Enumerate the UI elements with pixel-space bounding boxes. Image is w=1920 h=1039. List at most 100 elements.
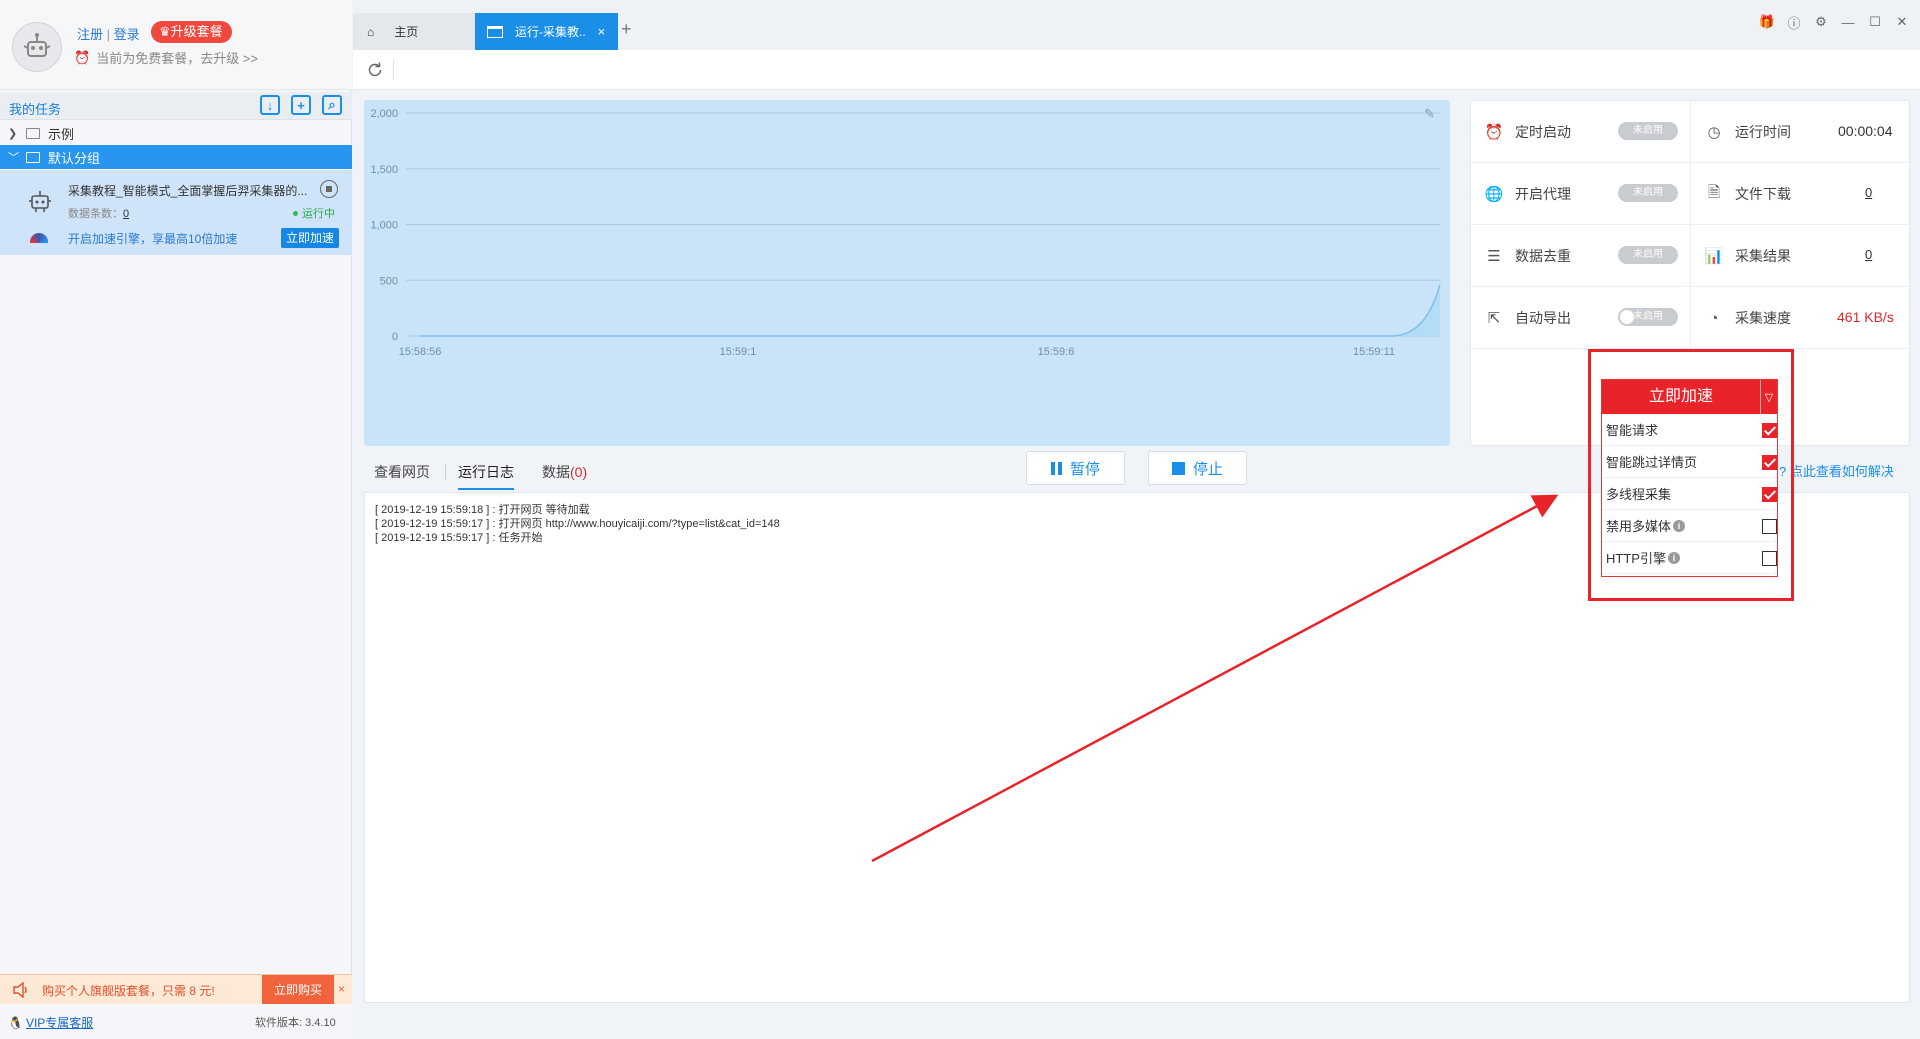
x-tick-label: 15:59:1 — [720, 346, 757, 358]
refresh-icon[interactable] — [366, 61, 384, 79]
close-tab-icon[interactable]: × — [598, 24, 606, 39]
toolbar-divider — [393, 60, 394, 80]
x-tick-label: 15:59:6 — [1038, 346, 1075, 358]
task-card[interactable]: 采集教程_智能模式_全面掌握后羿采集器的... 数据条数：0 运行中 开启加速引… — [0, 170, 352, 255]
data-count: 数据条数：0 — [68, 205, 129, 221]
options-row: ⇱ 自动导出 未启用 ◔ 采集速度 461 KB/s — [1471, 287, 1911, 349]
new-task-icon[interactable]: + — [291, 95, 311, 115]
search-task-icon[interactable]: ⌕ — [322, 95, 342, 115]
add-tab-icon[interactable]: + — [621, 19, 632, 40]
dedupe-label: 数据去重 — [1515, 248, 1571, 264]
multithread-checkbox[interactable] — [1762, 487, 1777, 502]
options-row: 🌐 开启代理 未启用 🗎 文件下载 0 — [1471, 163, 1911, 225]
tab-bar: ⌂ 主页 运行-采集教.. × + 🎁 ⓘ ⚙ — ☐ ✕ — [353, 0, 1920, 50]
y-tick-label: 1,500 — [370, 164, 398, 176]
menu-item-skip-detail[interactable]: 智能跳过详情页 — [1602, 446, 1777, 478]
sidebar: 注册 | 登录 ♛升级套餐 ⏰ 当前为免费套餐，去升级 >> 我的任务 ↓ + … — [0, 0, 352, 1039]
tab-home[interactable]: ⌂ 主页 — [353, 13, 475, 50]
gift-icon[interactable]: 🎁 — [1759, 14, 1775, 30]
upgrade-label: 升级套餐 — [170, 24, 223, 39]
http-engine-checkbox[interactable] — [1762, 551, 1777, 566]
menu-item-disable-media[interactable]: 禁用多媒体 i — [1602, 510, 1777, 542]
tab-view-webpage[interactable]: 查看网页 — [374, 462, 446, 490]
tab-running-task[interactable]: 运行-采集教.. × — [475, 13, 618, 50]
info-icon[interactable]: i — [1673, 519, 1686, 532]
vip-support-link[interactable]: 🐧 VIP专属客服 — [8, 1014, 93, 1031]
close-window-icon[interactable]: ✕ — [1894, 14, 1910, 30]
tab-run-log[interactable]: 运行日志 — [458, 462, 514, 490]
tree-group-example[interactable]: ❯ 示例 — [0, 121, 352, 145]
proxy-toggle[interactable]: 未启用 — [1618, 184, 1678, 202]
stop-label: 停止 — [1192, 460, 1223, 478]
accelerate-menu: 立即加速 ▽ 智能请求 智能跳过详情页 多线程采集 禁用多媒体 i HTTP引擎 i — [1601, 379, 1778, 577]
auth-separator: | — [106, 27, 111, 42]
close-icon[interactable]: × — [338, 982, 345, 996]
log-lines: [ 2019-12-19 15:59:18 ] : 打开网页 等待加载 [ 20… — [375, 503, 780, 545]
tab-view-webpage-label: 查看网页 — [374, 464, 430, 480]
results-count[interactable]: 0 — [1865, 247, 1872, 262]
chevron-down-icon[interactable]: ▽ — [1760, 380, 1777, 414]
accel-promo-text: 开启加速引擎，享最高10倍加速 — [68, 232, 238, 246]
buy-now-button[interactable]: 立即购买 — [262, 975, 334, 1005]
skip-detail-checkbox[interactable] — [1762, 455, 1777, 470]
accelerate-menu-header[interactable]: 立即加速 ▽ — [1602, 380, 1777, 414]
speed-chart: 2,000 1,500 1,000 500 0 15:58:56 15:59:1 15:59:… — [364, 100, 1450, 446]
dedupe-toggle[interactable]: 未启用 — [1618, 246, 1678, 264]
tab-data[interactable]: 数据(0) — [542, 462, 587, 490]
robot-icon — [29, 191, 51, 212]
menu-item-label: 智能跳过详情页 — [1606, 455, 1698, 470]
upgrade-badge[interactable]: ♛升级套餐 — [151, 21, 232, 43]
vip-support-label: VIP专属客服 — [25, 1016, 94, 1030]
file-download-count[interactable]: 0 — [1865, 185, 1872, 200]
speed-label: 采集速度 — [1735, 310, 1791, 326]
auto-export-toggle[interactable]: 未启用 — [1618, 308, 1678, 326]
accelerate-menu-title: 立即加速 — [1648, 388, 1713, 405]
options-row: ☰ 数据去重 未启用 📊 采集结果 0 — [1471, 225, 1911, 287]
task-name[interactable]: 采集教程_智能模式_全面掌握后羿采集器的... — [68, 182, 313, 199]
toolbar — [353, 50, 1920, 90]
free-plan-notice[interactable]: ⏰ 当前为免费套餐，去升级 >> — [74, 48, 258, 67]
file-download-icon: 🗎 — [1707, 183, 1721, 201]
auth-links: 注册 | 登录 — [77, 24, 140, 43]
menu-item-smart-request[interactable]: 智能请求 — [1602, 414, 1777, 446]
import-task-icon[interactable]: ↓ — [260, 95, 280, 115]
folder-icon — [26, 151, 40, 163]
tab-divider — [445, 464, 446, 480]
disable-media-checkbox[interactable] — [1762, 519, 1777, 534]
gear-icon[interactable]: ⚙ — [1813, 14, 1829, 30]
login-link[interactable]: 登录 — [114, 27, 140, 42]
speed-option: ◔ 采集速度 — [1705, 287, 1791, 349]
schedule-label: 定时启动 — [1515, 124, 1571, 140]
speed-chart-svg: 2,000 1,500 1,000 500 015:58:56 15:59:1 15:59:… — [370, 108, 1441, 358]
pause-label: 暂停 — [1069, 460, 1100, 478]
data-count-badge: (0) — [570, 464, 588, 480]
tree-group-default[interactable]: ﹀ 默认分组 — [0, 145, 352, 169]
maximize-icon[interactable]: ☐ — [1867, 14, 1883, 30]
help-icon[interactable]: ⓘ — [1786, 14, 1802, 31]
schedule-toggle[interactable]: 未启用 — [1618, 122, 1678, 140]
stop-button[interactable]: 停止 — [1148, 451, 1247, 485]
chevron-down-icon: ﹀ — [8, 152, 19, 164]
group-label: 示例 — [48, 126, 75, 142]
accelerate-button[interactable]: 立即加速 — [281, 228, 340, 248]
stop-task-icon[interactable] — [320, 180, 338, 198]
folder-icon — [26, 127, 40, 139]
series-area — [420, 284, 1440, 336]
help-link[interactable]: ? 点此查看如何解决 — [1779, 461, 1894, 480]
series-line — [420, 284, 1441, 337]
edit-icon[interactable]: ✎ — [1424, 106, 1435, 122]
run-time-label: 运行时间 — [1735, 124, 1791, 140]
minimize-icon[interactable]: — — [1840, 14, 1856, 30]
menu-item-http-engine[interactable]: HTTP引擎 i — [1602, 542, 1777, 574]
menu-item-multithread[interactable]: 多线程采集 — [1602, 478, 1777, 510]
data-count-value[interactable]: 0 — [123, 208, 129, 220]
register-link[interactable]: 注册 — [77, 27, 103, 42]
smart-request-checkbox[interactable] — [1762, 423, 1777, 438]
info-icon[interactable]: i — [1667, 551, 1680, 564]
avatar[interactable] — [12, 22, 62, 72]
crown-icon: ♛ — [159, 24, 171, 39]
auto-export-option: ⇱ 自动导出 — [1485, 287, 1571, 349]
row-divider — [1690, 101, 1691, 163]
pause-button[interactable]: 暂停 — [1026, 451, 1125, 485]
profile-area: 注册 | 登录 ♛升级套餐 ⏰ 当前为免费套餐，去升级 >> — [0, 0, 352, 90]
